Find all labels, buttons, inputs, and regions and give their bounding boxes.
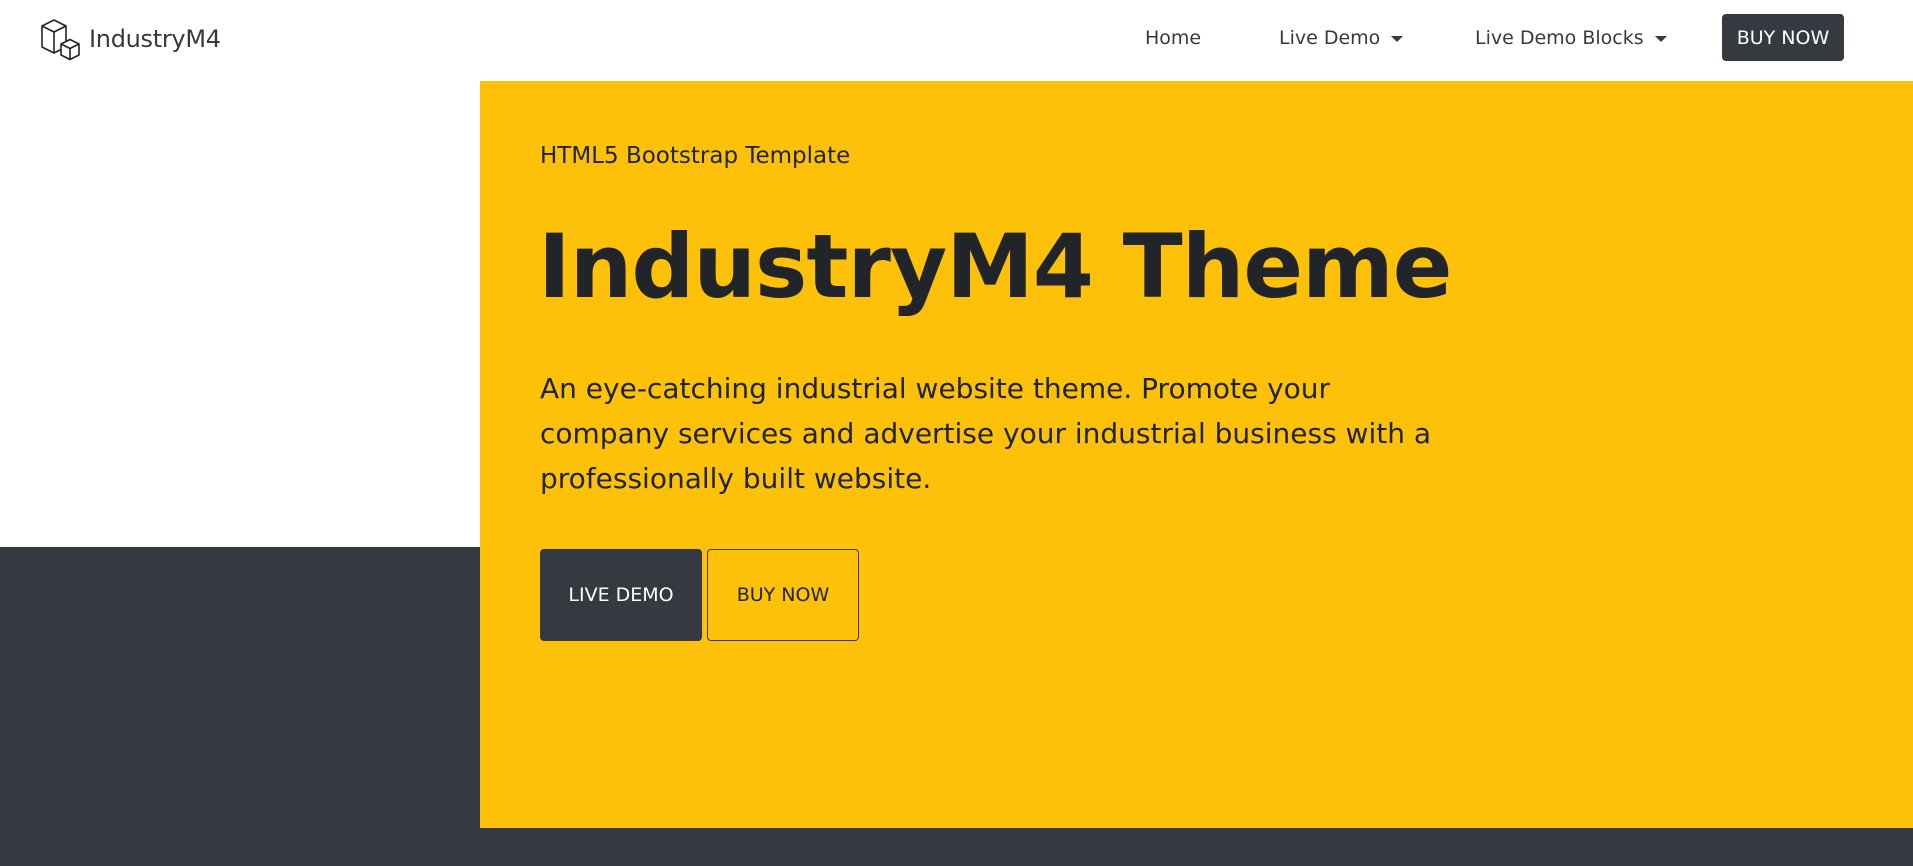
nav-link-home[interactable]: Home xyxy=(1145,27,1201,49)
brand-logo-link[interactable]: IndustryM4 xyxy=(39,14,221,64)
nav-dropdown-live-demo[interactable]: Live Demo xyxy=(1279,27,1404,49)
nav-dropdown-live-demo-blocks[interactable]: Live Demo Blocks xyxy=(1475,27,1667,49)
nav-link-home-label: Home xyxy=(1145,27,1202,49)
buy-now-button[interactable]: BUY NOW xyxy=(707,549,859,641)
brand-name: IndustryM4 xyxy=(89,25,221,53)
live-demo-button[interactable]: LIVE DEMO xyxy=(540,549,702,641)
hero-title: IndustryM4 Theme xyxy=(538,215,1452,318)
nav-dropdown-live-demo-label: Live Demo xyxy=(1279,27,1381,49)
isometric-cubes-icon xyxy=(41,19,80,61)
caret-down-icon xyxy=(1654,35,1667,42)
nav-dropdown-live-demo-blocks-label: Live Demo Blocks xyxy=(1475,27,1644,49)
top-navbar: IndustryM4 Home Live Demo Live Demo Bloc… xyxy=(0,0,1913,81)
hero-lead-text: An eye-catching industrial website theme… xyxy=(540,372,1432,495)
caret-down-icon xyxy=(1391,35,1404,42)
nav-buy-now-button[interactable]: BUY NOW xyxy=(1722,14,1844,61)
hero-eyebrow: HTML5 Bootstrap Template xyxy=(540,143,851,169)
hero-section: HTML5 Bootstrap Template IndustryM4 Them… xyxy=(480,81,1913,828)
